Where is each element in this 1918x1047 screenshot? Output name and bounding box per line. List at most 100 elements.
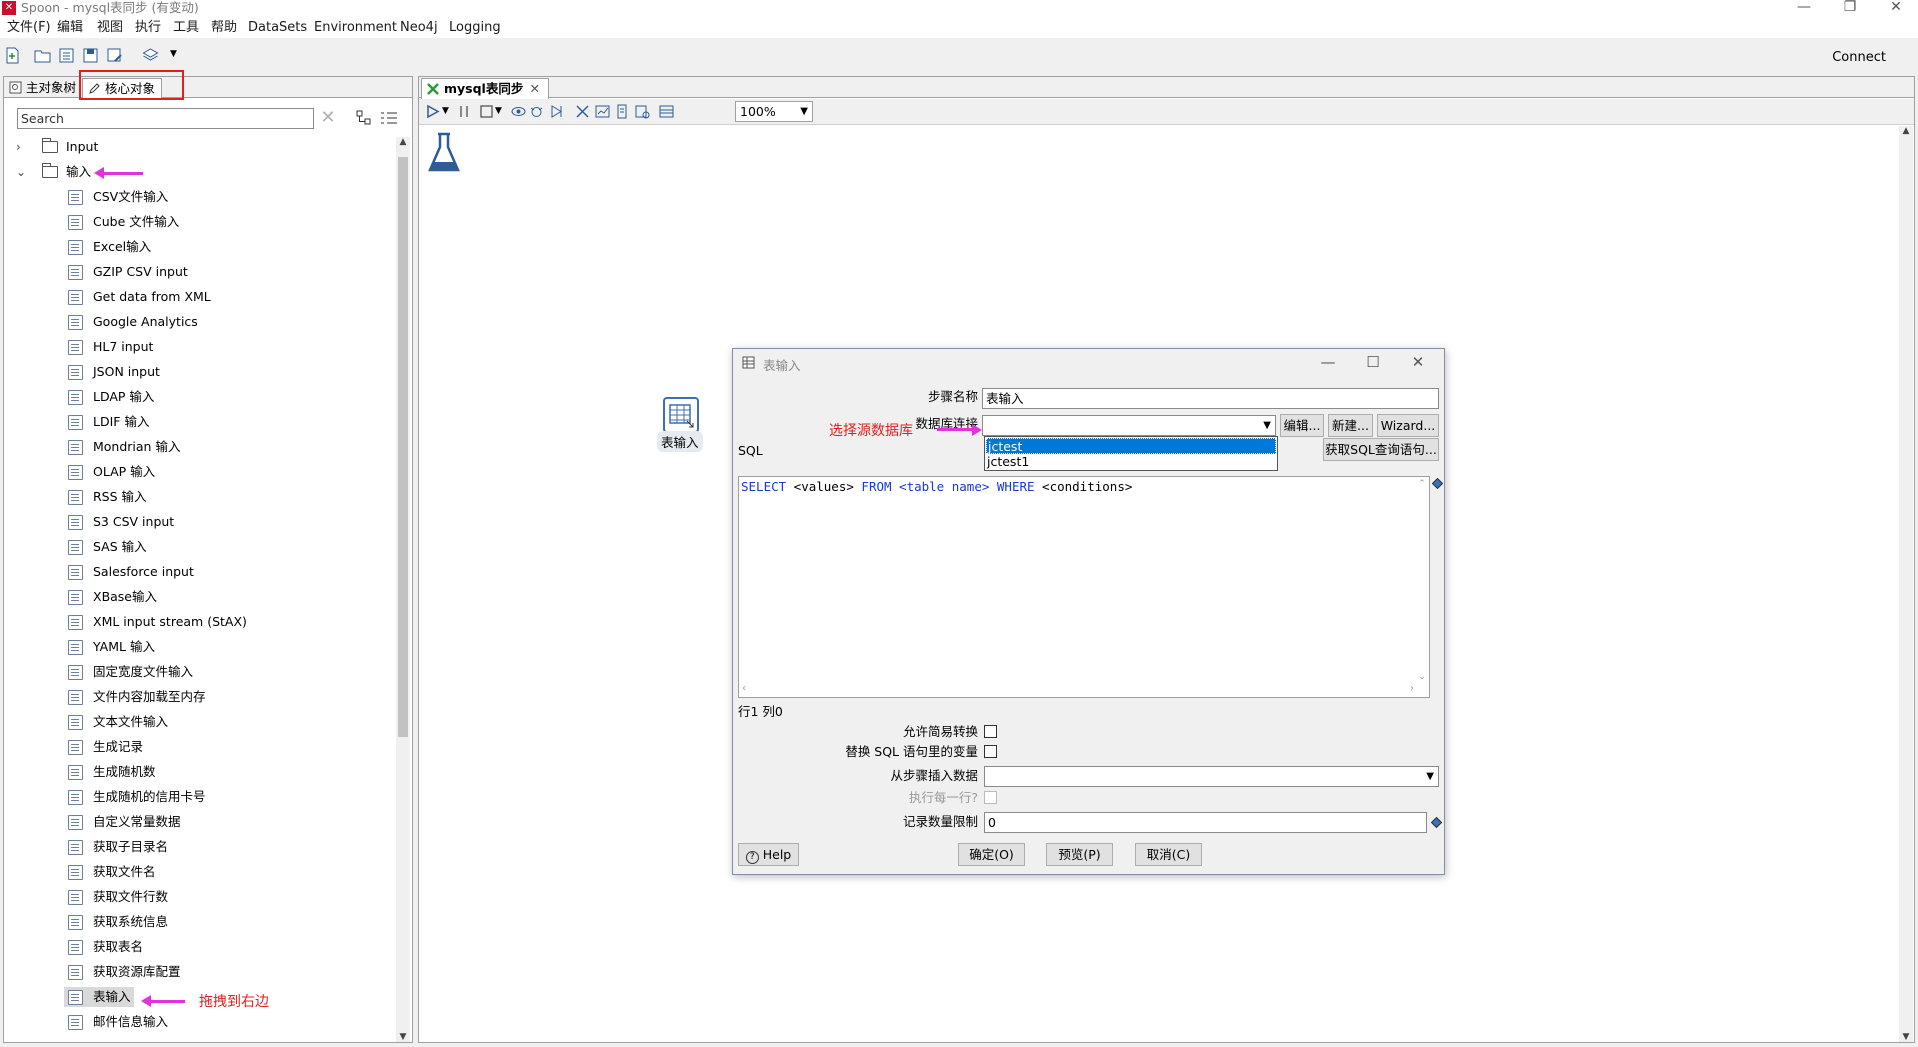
menu-file[interactable]: 文件(F) [7, 19, 51, 36]
variable-diamond-icon[interactable] [1432, 478, 1443, 489]
sql-scroll-down-icon[interactable]: ⌄ [1416, 672, 1428, 682]
menu-run[interactable]: 执行 [135, 19, 161, 36]
tree-item[interactable]: YAML 输入 [4, 637, 394, 657]
tree-item[interactable]: SAS 输入 [4, 537, 394, 557]
connect-button[interactable]: Connect [1832, 50, 1886, 65]
db-option-jctest1[interactable]: jctest1 [986, 454, 1276, 470]
tree-item[interactable]: RSS 输入 [4, 487, 394, 507]
sql-text[interactable]: SELECT <values> FROM <table name> WHERE … [741, 479, 1132, 494]
minimize-button[interactable]: — [1784, 0, 1824, 17]
edit-connection-button[interactable]: 编辑... [1280, 414, 1324, 437]
ok-button[interactable]: 确定(O) [958, 843, 1025, 866]
verify-icon[interactable] [575, 104, 590, 119]
sql-hscrollbar[interactable]: ‹ › [739, 683, 1417, 697]
stop-icon[interactable] [479, 104, 494, 119]
tree-item[interactable]: Cube 文件输入 [4, 212, 394, 232]
tree-item[interactable]: S3 CSV input [4, 512, 394, 532]
cancel-button[interactable]: 取消(C) [1135, 843, 1202, 866]
tree-item[interactable]: 固定宽度文件输入 [4, 662, 394, 682]
tree-item[interactable]: 获取文件行数 [4, 887, 394, 907]
lazy-conversion-checkbox[interactable] [984, 725, 997, 738]
tree-item[interactable]: 获取表名 [4, 937, 394, 957]
save-as-icon[interactable] [106, 47, 123, 64]
tree-item[interactable]: GZIP CSV input [4, 262, 394, 282]
limit-variable-icon[interactable] [1431, 817, 1442, 828]
tree-item[interactable]: 文件内容加载至内存 [4, 687, 394, 707]
tree-item[interactable]: 文本文件输入 [4, 712, 394, 732]
menu-environment[interactable]: Environment [314, 19, 397, 36]
canvas-scroll-down-icon[interactable]: ▼ [1900, 1032, 1912, 1042]
canvas-scroll-up-icon[interactable]: ▲ [1900, 126, 1912, 136]
tab-main-tree[interactable]: 主对象树 [4, 78, 82, 98]
tab-mysql-sync[interactable]: mysql表同步 ✕ [421, 78, 549, 99]
impact-icon[interactable] [595, 104, 610, 119]
menu-edit[interactable]: 编辑 [57, 19, 83, 36]
step-name-field[interactable]: 表输入 [982, 388, 1439, 409]
run-icon[interactable] [425, 104, 440, 119]
stop-dropdown-icon[interactable]: ▼ [495, 106, 502, 116]
tree-item[interactable]: Excel输入 [4, 237, 394, 257]
debug-icon[interactable] [529, 104, 544, 119]
run-dropdown-icon[interactable]: ▼ [442, 106, 449, 116]
tree-item[interactable]: 获取文件名 [4, 862, 394, 882]
execute-each-row-checkbox[interactable] [984, 791, 997, 804]
flask-icon[interactable] [427, 132, 461, 174]
tree-item[interactable]: Get data from XML [4, 287, 394, 307]
preview-button[interactable]: 预览(P) [1046, 843, 1113, 866]
scroll-down-icon[interactable]: ▼ [397, 1032, 409, 1042]
left-scrollbar[interactable]: ▲ ▼ [396, 137, 410, 1042]
tree-item[interactable]: XML input stream (StAX) [4, 612, 394, 632]
help-button[interactable]: ? Help [738, 843, 799, 866]
sql-scroll-left-icon[interactable]: ‹ [742, 683, 746, 694]
limit-field[interactable]: 0 [984, 812, 1427, 833]
preview-icon[interactable] [511, 104, 526, 119]
menu-help[interactable]: 帮助 [211, 19, 237, 36]
chevron-right-icon[interactable]: › [16, 137, 21, 157]
new-connection-button[interactable]: 新建... [1328, 414, 1373, 437]
tree-item[interactable]: 邮件信息输入 [4, 1012, 394, 1032]
wizard-button[interactable]: Wizard... [1377, 414, 1439, 437]
left-scrollbar-thumb[interactable] [398, 157, 408, 737]
tree-item[interactable]: OLAP 输入 [4, 462, 394, 482]
collapse-all-icon[interactable] [356, 110, 372, 126]
tree-item[interactable]: 生成记录 [4, 737, 394, 757]
new-file-icon[interactable] [4, 47, 21, 64]
save-icon[interactable] [82, 47, 99, 64]
sql-scroll-up-icon[interactable]: ⌃ [1416, 479, 1428, 489]
tree-item[interactable]: 生成随机数 [4, 762, 394, 782]
tab-core-objects[interactable]: 核心对象 [82, 78, 163, 98]
close-tab-icon[interactable]: ✕ [530, 79, 540, 98]
explore-repository-icon[interactable] [58, 47, 75, 64]
restore-button[interactable]: ❐ [1830, 0, 1870, 17]
canvas-scrollbar[interactable]: ▲ ▼ [1899, 126, 1913, 1042]
tree-folder[interactable]: › Input [4, 137, 394, 157]
menu-neo4j[interactable]: Neo4j [400, 19, 438, 36]
tree-item[interactable]: XBase输入 [4, 587, 394, 607]
explore-db-icon[interactable] [635, 104, 650, 119]
scroll-up-icon[interactable]: ▲ [397, 137, 409, 147]
clear-search-icon[interactable]: ✕ [318, 108, 338, 128]
tree-item[interactable]: Salesforce input [4, 562, 394, 582]
replay-icon[interactable] [549, 104, 564, 119]
menu-logging[interactable]: Logging [449, 19, 501, 36]
tree-item[interactable]: 自定义常量数据 [4, 812, 394, 832]
tree-item[interactable]: CSV文件输入 [4, 187, 394, 207]
menu-datasets[interactable]: DataSets [248, 19, 307, 36]
tree-item[interactable]: Google Analytics [4, 312, 394, 332]
tree-item[interactable]: 生成随机的信用卡号 [4, 787, 394, 807]
db-connection-select[interactable]: ▼ [982, 415, 1276, 436]
sql-scroll-right-icon[interactable]: › [1410, 683, 1414, 694]
show-results-icon[interactable] [659, 104, 674, 119]
get-sql-button[interactable]: 获取SQL查询语句... [1323, 438, 1439, 461]
tree-item[interactable]: LDIF 输入 [4, 412, 394, 432]
tree-item[interactable]: 获取系统信息 [4, 912, 394, 932]
sql-vscrollbar[interactable]: ⌃ ⌄ [1415, 477, 1429, 682]
sql-editor[interactable]: SELECT <values> FROM <table name> WHERE … [738, 476, 1430, 698]
dialog-maximize-button[interactable]: ☐ [1358, 352, 1388, 372]
zoom-select[interactable]: 100% ▼ [735, 101, 813, 122]
tree-item[interactable]: HL7 input [4, 337, 394, 357]
replace-vars-checkbox[interactable] [984, 745, 997, 758]
db-option-jctest[interactable]: jctest [986, 438, 1276, 454]
tree-folder[interactable]: ⌄ 输入 [4, 162, 394, 182]
insert-from-step-select[interactable]: ▼ [984, 766, 1439, 787]
